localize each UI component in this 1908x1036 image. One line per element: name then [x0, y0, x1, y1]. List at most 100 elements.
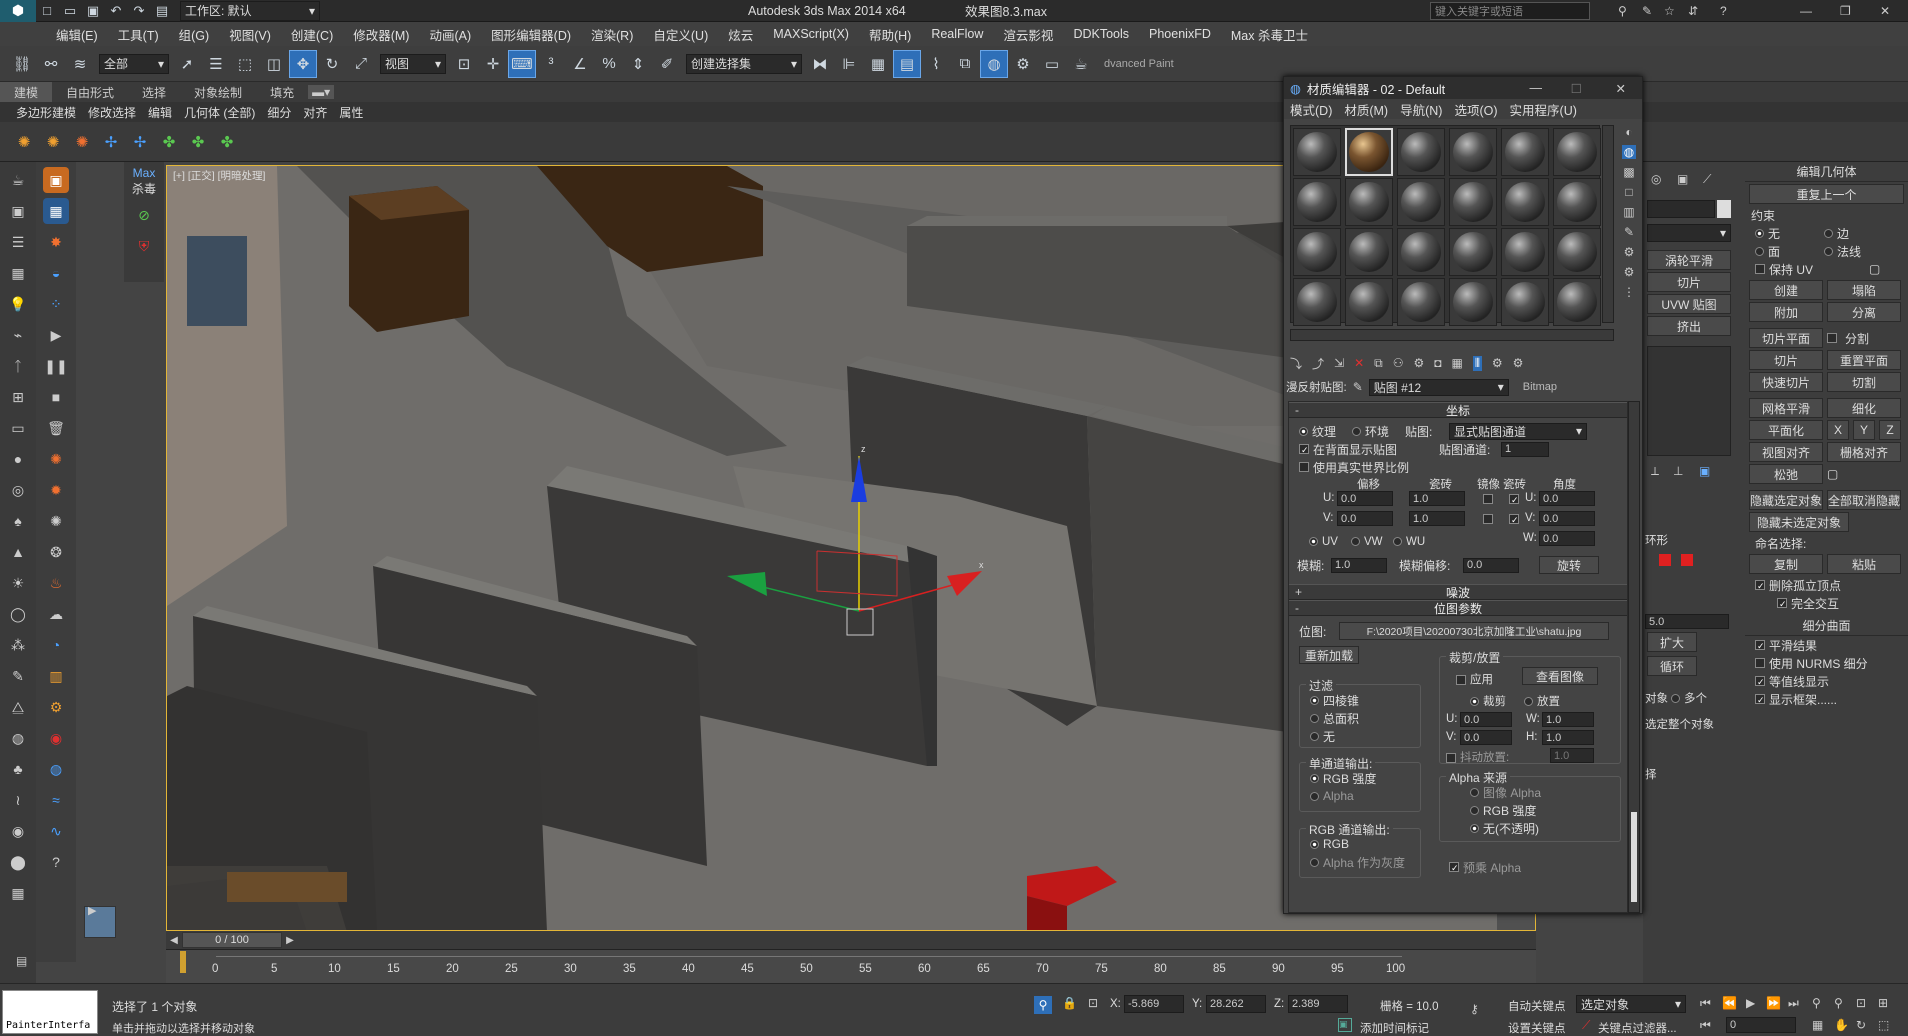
menu-item[interactable]: PhoenixFD — [1139, 27, 1221, 41]
slots-hscrollbar[interactable] — [1290, 329, 1614, 341]
menu-item[interactable]: 渲云影视 — [993, 25, 1063, 44]
spinner-snap-icon[interactable]: ⇕ — [624, 50, 652, 78]
new-file-icon[interactable]: □ — [36, 0, 58, 25]
display-icon[interactable]: ▣ — [1677, 172, 1688, 186]
sample-slot-active[interactable] — [1345, 128, 1393, 176]
view-image-button[interactable]: 查看图像 — [1522, 667, 1598, 685]
filter-none-radio[interactable] — [1310, 731, 1319, 741]
sample-slot[interactable] — [1293, 278, 1341, 326]
ribbon-sub-item[interactable]: 属性 — [333, 104, 369, 121]
alpha-rgb-intensity-radio[interactable] — [1470, 805, 1479, 815]
premultiplied-alpha-checkbox[interactable] — [1449, 862, 1459, 872]
add-time-tag[interactable]: 添加时间标记 — [1360, 1020, 1429, 1036]
plugin-tool-icon[interactable]: ✺ — [10, 128, 38, 156]
camera-icon[interactable]: ⌁ — [5, 322, 31, 348]
set-key-button[interactable]: 设置关键点 — [1508, 1020, 1566, 1036]
unhide-all-button[interactable]: 全部取消隐藏 — [1827, 490, 1901, 510]
planarize-button[interactable]: 平面化 — [1749, 420, 1823, 440]
ocean-icon[interactable]: ∿ — [43, 818, 69, 844]
sample-slot[interactable] — [1501, 278, 1549, 326]
ribbon-tab-modeling[interactable]: 建模 — [0, 81, 53, 103]
particles-icon[interactable]: ⁘ — [43, 291, 69, 317]
reload-button[interactable]: 重新加载 — [1299, 646, 1359, 664]
abs-mode-icon[interactable]: ⊡ — [1088, 996, 1098, 1010]
meshsmooth-button[interactable]: 网格平滑 — [1749, 398, 1823, 418]
turbosmooth-button[interactable]: 涡轮平滑 — [1647, 250, 1731, 270]
track-bar[interactable]: ▤ 0 5 10 15 20 25 30 35 40 45 50 55 60 6… — [16, 949, 1536, 983]
modifier-stack[interactable] — [1647, 346, 1731, 456]
constraint-normal-radio[interactable] — [1824, 246, 1833, 256]
close-icon[interactable]: ✕ — [1880, 4, 1890, 18]
slice-button[interactable]: 切片 — [1749, 350, 1823, 370]
angle-snap-icon[interactable]: ∠ — [566, 50, 594, 78]
zoom-all-icon[interactable]: ⚲ — [1834, 996, 1843, 1010]
select-object-icon[interactable]: ➚ — [173, 50, 201, 78]
save-file-icon[interactable]: ▣ — [82, 0, 104, 25]
emitter-icon[interactable]: ⚙ — [43, 694, 69, 720]
sample-slot[interactable] — [1397, 178, 1445, 226]
rgb-intensity-radio[interactable] — [1310, 773, 1319, 783]
maximize-icon[interactable]: ☐ — [1571, 81, 1582, 96]
mapping-dropdown[interactable]: 显式贴图通道 ▾ — [1449, 422, 1587, 440]
w-angle-field[interactable]: 0.0 — [1539, 531, 1595, 546]
copy-material-icon[interactable]: ⧉ — [1374, 356, 1383, 371]
ribbon-sub-item[interactable]: 对齐 — [297, 104, 333, 121]
select-scale-icon[interactable]: ⤢ — [347, 50, 375, 78]
u-mirror-checkbox[interactable] — [1483, 494, 1493, 504]
goto-start-icon[interactable]: ⏮ — [1700, 996, 1711, 1011]
light-icon[interactable]: 💡 — [5, 291, 31, 317]
goto-end-icon[interactable]: ⏭ — [1788, 996, 1799, 1011]
menu-item[interactable]: DDKTools — [1063, 27, 1139, 41]
apply-checkbox[interactable] — [1456, 674, 1466, 685]
teapot-icon[interactable]: ☕ — [5, 167, 31, 193]
constraint-none-radio[interactable] — [1755, 228, 1764, 238]
sample-slot[interactable] — [1553, 278, 1601, 326]
mat-menu-item[interactable]: 模式(D) — [1284, 100, 1338, 119]
plugin-tool-icon[interactable]: ✢ — [97, 128, 125, 156]
link-icon[interactable]: ⛓ — [8, 50, 36, 78]
maximize-viewport-icon[interactable]: ⬚ — [1878, 1018, 1889, 1032]
mat-menu-item[interactable]: 选项(O) — [1448, 100, 1503, 119]
particle-icon[interactable]: ⁂ — [5, 632, 31, 658]
rect-selection-icon[interactable]: ⬚ — [231, 50, 259, 78]
rotate-button[interactable]: 旋转 — [1539, 556, 1599, 574]
prev-key-icon[interactable]: ⏪ — [1722, 996, 1737, 1010]
workspace-dropdown[interactable]: 工作区: 默认 ▾ — [180, 0, 320, 21]
map-name-field[interactable]: 贴图 #12 ▾ — [1368, 378, 1509, 396]
show-back-checkbox[interactable] — [1299, 444, 1309, 454]
place-radio[interactable] — [1524, 697, 1533, 707]
sphere-icon[interactable]: ● — [5, 446, 31, 472]
key-mode-icon[interactable]: ⏮ — [1700, 1018, 1711, 1033]
sun-icon[interactable]: ☀ — [5, 570, 31, 596]
close-icon[interactable]: ✕ — [1616, 81, 1626, 96]
sample-slot[interactable] — [1449, 128, 1497, 176]
menu-item[interactable]: 工具(T) — [108, 25, 169, 44]
hide-unselected-button[interactable]: 隐藏未选定对象 — [1749, 512, 1849, 532]
material-editor-icon[interactable]: ◍ — [980, 49, 1008, 78]
ribbon-sub-item[interactable]: 修改选择 — [82, 104, 142, 121]
u-offset-field[interactable]: 0.0 — [1337, 491, 1393, 506]
object-color-swatch[interactable] — [1717, 200, 1731, 218]
v-tiling-field[interactable]: 1.0 — [1409, 511, 1465, 526]
isolate-icon[interactable]: ⚲ — [1034, 996, 1052, 1014]
bind-spacewarp-icon[interactable]: ≋ — [66, 50, 94, 78]
loop-button[interactable]: 循环 — [1647, 656, 1697, 676]
utilities-icon[interactable]: ⟋ — [1703, 172, 1711, 187]
v-tile-checkbox[interactable] — [1509, 514, 1519, 524]
unlink-icon[interactable]: ⚯ — [37, 50, 65, 78]
blur-offset-field[interactable]: 0.0 — [1463, 557, 1519, 573]
params-scrollbar[interactable] — [1628, 401, 1640, 913]
menu-item[interactable]: 修改器(M) — [343, 25, 419, 44]
grid2-icon[interactable]: ▦ — [5, 880, 31, 906]
fire-icon[interactable]: ✸ — [43, 229, 69, 255]
red-vertex-icon[interactable] — [1659, 554, 1671, 566]
smooth-result-checkbox[interactable] — [1755, 640, 1765, 650]
repeat-last-button[interactable]: 重复上一个 — [1749, 184, 1904, 204]
sample-slot[interactable] — [1501, 128, 1549, 176]
sample-slot[interactable] — [1449, 178, 1497, 226]
ref-coord-dropdown[interactable]: 视图 ▾ — [380, 53, 446, 74]
mono-alpha-radio[interactable] — [1310, 791, 1319, 801]
pan-icon[interactable]: ✋ — [1834, 1018, 1849, 1032]
sample-slot[interactable] — [1397, 278, 1445, 326]
relax-settings-icon[interactable]: ▢ — [1827, 467, 1838, 481]
